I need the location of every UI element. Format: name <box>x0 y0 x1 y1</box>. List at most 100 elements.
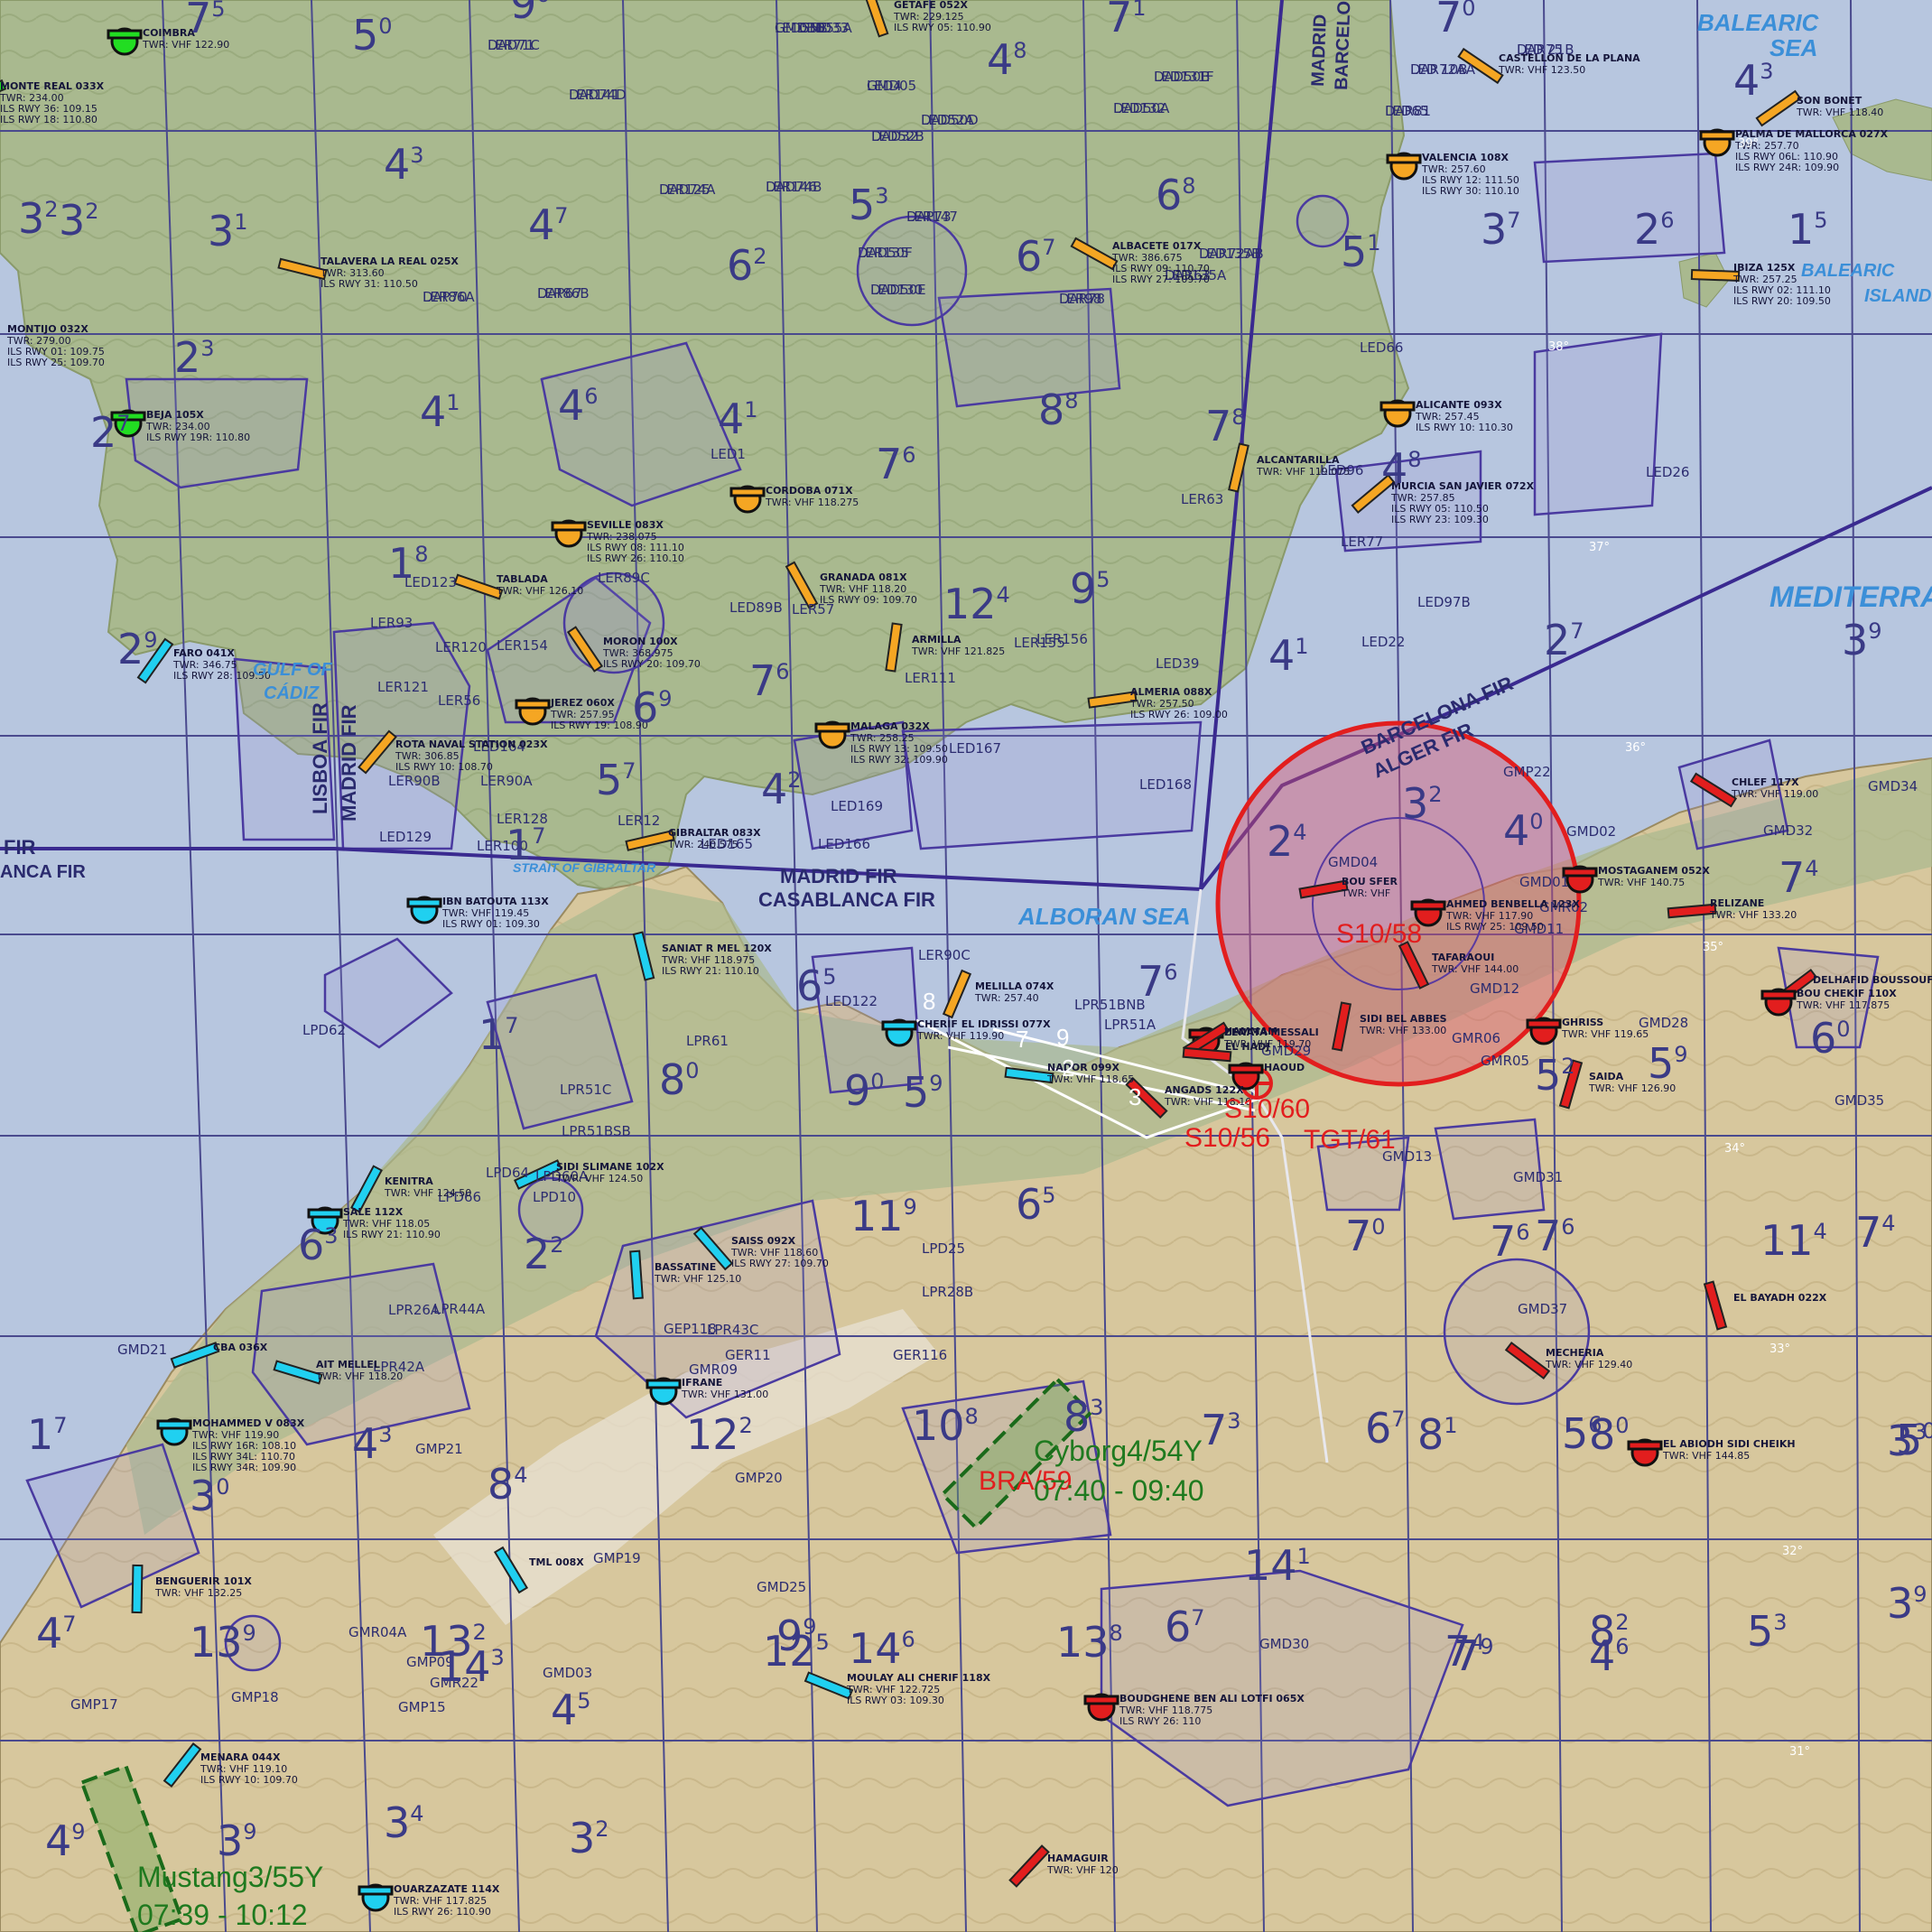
sea-label-mediterranean: MEDITERRA <box>1769 581 1932 613</box>
airport-name[interactable]: NADOR 099X <box>1047 1062 1119 1073</box>
airport-name[interactable]: IFRANE <box>682 1377 722 1389</box>
airport-frequency: TWR: 257.40 <box>974 992 1039 1004</box>
airport-name[interactable]: MOSTAGANEM 052X <box>1598 865 1710 877</box>
zone-label: LED89B <box>729 599 783 616</box>
airport-name[interactable]: RELIZANE <box>1710 897 1764 909</box>
airport-name[interactable]: VALENCIA 108X <box>1422 152 1509 163</box>
airport-name[interactable]: GRANADA 081X <box>820 571 907 583</box>
airport-name[interactable]: EL HADJ <box>1225 1041 1269 1053</box>
airport-name[interactable]: ROTA NAVAL STATION 023X <box>395 738 548 750</box>
lat-39: 39° <box>1738 137 1759 151</box>
airport-name[interactable]: ALBACETE 017X <box>1112 240 1202 252</box>
airport-name[interactable]: MALAGA 032X <box>850 720 930 732</box>
airport-frequency: TWR: VHF 126.10 <box>496 585 583 597</box>
airport-name[interactable]: EL BAYADH 022X <box>1733 1292 1827 1304</box>
airport-name[interactable]: ARMILLA <box>912 634 961 646</box>
airport-name[interactable]: FARO 041X <box>173 647 235 659</box>
airport-name[interactable]: MONTE REAL 033X <box>0 80 105 92</box>
airport-name[interactable]: SEVILLE 083X <box>587 519 664 531</box>
zone-label: GMP17 <box>70 1696 118 1713</box>
airport-name[interactable]: MENARA 044X <box>200 1751 281 1763</box>
airport-name[interactable]: SIDI BEL ABBES <box>1360 1013 1447 1025</box>
airport-name[interactable]: TAFARAOUI <box>1432 952 1494 963</box>
airport-name[interactable]: GIBRALTAR 083X <box>668 827 761 839</box>
airport-name[interactable]: GETAFE 052X <box>894 0 969 11</box>
zone-label: GMD31 <box>1513 1169 1563 1185</box>
zone-label: LED166 <box>818 836 870 852</box>
lat-33: 33° <box>1769 1342 1790 1356</box>
runway-icon[interactable] <box>1690 269 1741 282</box>
airport-name[interactable]: IBIZA 125X <box>1733 262 1796 274</box>
airport-name[interactable]: CORDOBA 071X <box>766 485 853 497</box>
fir-label-madrid-vertical: MADRID FIR <box>338 704 360 822</box>
airport-name[interactable]: JEREZ 060X <box>550 697 615 709</box>
zone-label: GMR05 <box>1481 1053 1529 1069</box>
airport-name[interactable]: CHLEF 117X <box>1732 776 1799 788</box>
airport-name[interactable]: TML 008X <box>529 1556 584 1568</box>
airport-name[interactable]: HAOUD <box>1264 1062 1305 1073</box>
airport-name[interactable]: ALMERIA 088X <box>1130 686 1212 698</box>
zone-label: GMD25 <box>757 1579 806 1595</box>
airport-name[interactable]: BENGUERIR 101X <box>155 1575 252 1587</box>
runway-icon[interactable] <box>131 1564 144 1614</box>
airport-name[interactable]: SALE 112X <box>343 1206 404 1218</box>
airport-name[interactable]: OUARZAZATE 114X <box>394 1883 500 1895</box>
airport-name[interactable]: DELHAFID BOUSSOUF <box>1813 974 1932 986</box>
zone-label: LPR61 <box>686 1033 729 1049</box>
airport-name[interactable]: SANIAT R MEL 120X <box>662 943 772 954</box>
airport-name[interactable]: AHMED BENBELLA 123X <box>1446 898 1580 910</box>
airport-name[interactable]: SON BONET <box>1797 95 1862 107</box>
island-label-balearic: BALEARIC <box>1801 261 1895 281</box>
airport-name[interactable]: BOUDGHENE BEN ALI LOTFI 065X <box>1119 1693 1305 1704</box>
airport-frequency: TWR: VHF 140.75 <box>1597 877 1685 888</box>
airport-frequency: TWR: VHF 133.00 <box>1359 1025 1446 1036</box>
airport-name[interactable]: TALAVERA LA REAL 025X <box>320 255 459 267</box>
airport-name[interactable]: MELILLA 074X <box>975 980 1054 992</box>
zone-label: LPR51A <box>1104 1017 1156 1033</box>
airport-frequency: ILS RWY 23: 109.30 <box>1391 514 1489 525</box>
zone-label: LPR28B <box>922 1284 973 1300</box>
aeronautical-chart[interactable]: LED55B LED55A LED4 LED52A LED52B LED131F LED13… <box>0 0 1932 1932</box>
airport-name[interactable]: BASSATINE <box>655 1261 716 1273</box>
zone-label: GMP21 <box>415 1441 463 1457</box>
zone-label: LPR51C <box>560 1082 611 1098</box>
airport-name[interactable]: GHRISS <box>1562 1017 1603 1028</box>
airport-name[interactable]: IBN BATOUTA 113X <box>442 896 549 907</box>
lat-37: 37° <box>1589 541 1610 554</box>
airport-name[interactable]: EL ABIODH SIDI CHEIKH <box>1663 1438 1796 1450</box>
airport-name[interactable]: ALICANTE 093X <box>1416 399 1502 411</box>
airport-name[interactable]: MORON 100X <box>603 636 678 647</box>
airport-name[interactable]: CBA 036X <box>213 1342 268 1353</box>
airport-name[interactable]: TABLADA <box>497 573 548 585</box>
airport-name[interactable]: SIDI SLIMANE 102X <box>556 1161 664 1173</box>
airport-name[interactable]: MOULAY ALI CHERIF 118X <box>847 1672 991 1684</box>
fir-label-fir: FIR <box>4 836 36 859</box>
airport-name[interactable]: MURCIA SAN JAVIER 072X <box>1391 480 1535 492</box>
airport-name[interactable]: MOHAMMED V 083X <box>192 1417 305 1429</box>
airport-name[interactable]: BOU SFER <box>1342 876 1398 887</box>
airport-name[interactable]: KENITRA <box>385 1175 433 1187</box>
airport-name[interactable]: HAMAGUIR <box>1047 1853 1109 1864</box>
airport-name[interactable]: CHERIF EL IDRISSI 077X <box>917 1018 1051 1030</box>
route-label-s1060: S10/60 <box>1224 1094 1310 1124</box>
waypoint-9: 9 <box>1056 1024 1069 1051</box>
airport-name[interactable]: ALCANTARILLA <box>1257 454 1340 466</box>
zone-label: GMD37 <box>1518 1301 1567 1317</box>
airport-frequency: ILS RWY 01: 109.30 <box>442 918 540 930</box>
airport-name[interactable]: HAMMAM <box>1224 1026 1277 1037</box>
airport-name[interactable]: CASTELLON DE LA PLANA <box>1499 52 1640 64</box>
zone-label: GMD04 <box>1328 854 1378 870</box>
airport-frequency: ILS RWY 26: 109.00 <box>1130 709 1228 720</box>
zone-label: DAD74B <box>766 179 822 195</box>
airport-name[interactable]: BOU CHEKIF 110X <box>1797 988 1897 999</box>
airport-name[interactable]: BEJA 105X <box>146 409 204 421</box>
airport-name[interactable]: SAIDA <box>1589 1071 1624 1082</box>
zone-label: DAD50D <box>921 112 979 128</box>
zone-label: DAR81 <box>1385 103 1431 119</box>
airport-name[interactable]: SAISS 092X <box>731 1235 796 1247</box>
airport-name[interactable]: MONTIJO 032X <box>7 323 88 335</box>
airport-name[interactable]: AIT MELLEL <box>316 1359 380 1370</box>
airport-name[interactable]: MECHERIA <box>1546 1347 1604 1359</box>
flight-mustang-time: 07:39 - 10:12 <box>137 1899 308 1931</box>
zone-label: GMP15 <box>398 1699 446 1715</box>
